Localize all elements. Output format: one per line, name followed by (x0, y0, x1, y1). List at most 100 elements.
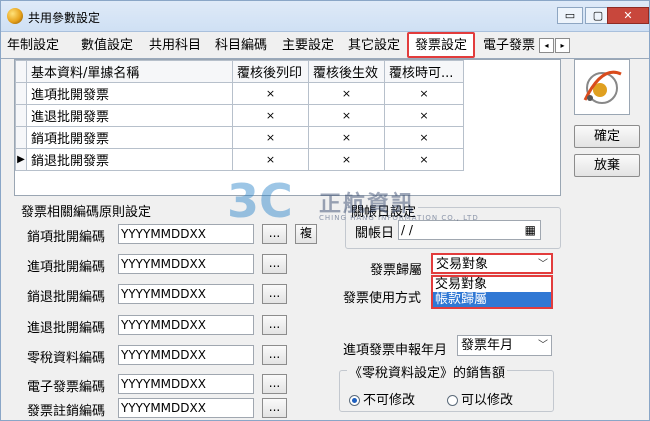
e-invoice-code-input[interactable]: YYYYMMDDXX (118, 374, 254, 394)
chevron-down-icon: ﹀ (538, 259, 548, 270)
field-label: 電子發票編碼 (27, 380, 106, 395)
purchase-batch-code-input[interactable]: YYYYMMDDXX (118, 254, 254, 274)
declare-month-select[interactable]: 發票年月 ﹀ (457, 335, 552, 356)
minimize-button[interactable]: ▭ (557, 7, 583, 24)
tab-invoice[interactable]: 發票設定 (407, 32, 476, 58)
closing-section-title: 關帳日設定 (349, 201, 419, 220)
invoice-method-label: 發票使用方式 (343, 291, 422, 306)
purchase-return-code-browse-button[interactable]: ... (262, 315, 287, 335)
tab-account-code[interactable]: 科目編碼 (215, 35, 267, 56)
radio-not-editable[interactable]: 不可修改 (349, 389, 415, 408)
approval-grid: 基本資料/單據名稱 覆核後列印 覆核後生效 覆核時可... 進項批開發票 × ×… (14, 59, 561, 196)
zero-tax-code-browse-button[interactable]: ... (262, 345, 287, 365)
globe-logo-icon (583, 70, 622, 104)
invoice-code-section-title: 發票相關編碼原則設定 (21, 205, 152, 220)
chevron-down-icon: ﹀ (538, 340, 548, 351)
row-editable-cell[interactable]: × (384, 148, 464, 171)
row-print-cell[interactable]: × (232, 148, 309, 171)
tab-shared-accounts[interactable]: 共用科目 (149, 35, 201, 56)
title-bar: 共用參數設定 ▭ ▢ ✕ (1, 1, 649, 32)
dialog-window: 共用參數設定 ▭ ▢ ✕ 年制設定 數值設定 共用科目 科目編碼 主要設定 其它… (0, 0, 650, 421)
closing-date-label: 關帳日 (355, 226, 395, 241)
grid-col-editable[interactable]: 覆核時可... (384, 60, 464, 83)
row-name[interactable]: 進退批開發票 (26, 104, 233, 127)
row-name[interactable]: 銷項批開發票 (26, 126, 233, 149)
dropdown-option-selected[interactable]: 帳款歸屬 (433, 292, 551, 307)
row-editable-cell[interactable]: × (384, 104, 464, 127)
row-name[interactable]: 進項批開發票 (26, 82, 233, 105)
app-logo (574, 59, 630, 115)
tab-main[interactable]: 主要設定 (282, 35, 334, 56)
sales-return-code-browse-button[interactable]: ... (262, 284, 287, 304)
closing-date-value: / / (401, 223, 413, 237)
row-print-cell[interactable]: × (232, 126, 309, 149)
e-invoice-code-browse-button[interactable]: ... (262, 374, 287, 394)
confirm-button[interactable]: 確定 (574, 125, 640, 148)
row-name[interactable]: 銷退批開發票 (26, 148, 233, 171)
grid-header-row: 基本資料/單據名稱 覆核後列印 覆核後生效 覆核時可... (15, 60, 464, 83)
tab-scroll: ◂ ▸ (538, 37, 570, 53)
tab-numeric[interactable]: 數值設定 (81, 35, 133, 56)
table-row[interactable]: 銷項批開發票 × × × (15, 126, 464, 149)
tab-e-invoice[interactable]: 電子發票 (483, 35, 535, 56)
radio-checked-icon (349, 395, 360, 406)
row-editable-cell[interactable]: × (384, 82, 464, 105)
tab-year-system[interactable]: 年制設定 (7, 35, 59, 56)
side-panel: 確定 放棄 (559, 59, 649, 179)
field-label: 銷退批開編碼 (27, 290, 106, 305)
field-label: 零稅資料編碼 (27, 351, 106, 366)
tab-other[interactable]: 其它設定 (348, 35, 400, 56)
grid-col-effective[interactable]: 覆核後生效 (308, 60, 385, 83)
row-marker (15, 104, 27, 127)
invoice-owner-dropdown: 交易對象 帳款歸屬 (431, 275, 553, 309)
row-marker (15, 82, 27, 105)
row-effective-cell[interactable]: × (308, 82, 385, 105)
row-marker (15, 126, 27, 149)
grid-col-name[interactable]: 基本資料/單據名稱 (26, 60, 233, 83)
row-print-cell[interactable]: × (232, 104, 309, 127)
tab-scroll-left-icon[interactable]: ◂ (539, 38, 554, 53)
row-marker: ▶ (15, 148, 27, 171)
radio-editable[interactable]: 可以修改 (447, 389, 513, 408)
table-row[interactable]: 進退批開發票 × × × (15, 104, 464, 127)
row-effective-cell[interactable]: × (308, 148, 385, 171)
declare-month-label: 進項發票申報年月 (343, 343, 448, 358)
grid-col-print[interactable]: 覆核後列印 (232, 60, 309, 83)
tab-scroll-right-icon[interactable]: ▸ (555, 38, 570, 53)
grid-corner (15, 60, 27, 83)
invoice-void-code-input[interactable]: YYYYMMDDXX (118, 398, 254, 418)
radio-unchecked-icon (447, 395, 458, 406)
zero-tax-group-title: 《零稅資料設定》的銷售額 (347, 362, 508, 381)
purchase-batch-code-browse-button[interactable]: ... (262, 254, 287, 274)
invoice-void-code-browse-button[interactable]: ... (262, 398, 287, 418)
window-title: 共用參數設定 (28, 11, 101, 25)
sales-return-code-input[interactable]: YYYYMMDDXX (118, 284, 254, 304)
radio-label: 不可修改 (363, 393, 416, 408)
sales-batch-code-browse-button[interactable]: ... (262, 224, 287, 244)
row-effective-cell[interactable]: × (308, 104, 385, 127)
table-row[interactable]: 進項批開發票 × × × (15, 82, 464, 105)
field-label: 發票註銷編碼 (27, 404, 106, 419)
dropdown-option[interactable]: 交易對象 (433, 277, 551, 292)
row-editable-cell[interactable]: × (384, 126, 464, 149)
invoice-owner-label: 發票歸屬 (370, 263, 423, 278)
cancel-button[interactable]: 放棄 (574, 154, 640, 177)
purchase-return-code-input[interactable]: YYYYMMDDXX (118, 315, 254, 335)
field-label: 銷項批開編碼 (27, 230, 106, 245)
close-button[interactable]: ✕ (607, 7, 649, 24)
invoice-owner-select[interactable]: 交易對象 ﹀ (431, 253, 553, 274)
app-icon (7, 8, 23, 24)
field-label: 進項批開編碼 (27, 260, 106, 275)
field-label: 進退批開編碼 (27, 321, 106, 336)
table-row[interactable]: ▶ 銷退批開發票 × × × (15, 148, 464, 171)
calendar-icon[interactable]: ▦ (525, 221, 536, 239)
copy-button[interactable]: 複 (295, 224, 317, 244)
invoice-owner-value: 交易對象 (436, 257, 489, 272)
closing-date-input[interactable]: / / ▦ (398, 220, 541, 240)
row-effective-cell[interactable]: × (308, 126, 385, 149)
declare-month-value: 發票年月 (461, 338, 514, 353)
row-print-cell[interactable]: × (232, 82, 309, 105)
zero-tax-code-input[interactable]: YYYYMMDDXX (118, 345, 254, 365)
radio-label: 可以修改 (461, 393, 514, 408)
sales-batch-code-input[interactable]: YYYYMMDDXX (118, 224, 254, 244)
